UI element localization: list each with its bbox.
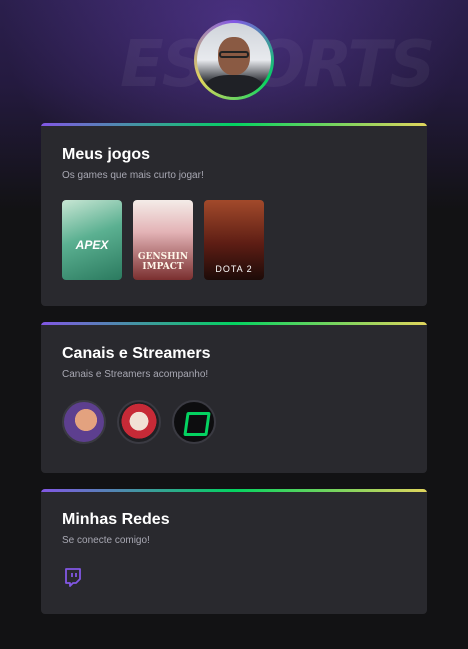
games-card: Meus jogos Os games que mais curto jogar… <box>41 123 427 306</box>
streamers-card-subtitle: Canais e Streamers acompanho! <box>62 369 209 380</box>
games-card-subtitle: Os games que mais curto jogar! <box>62 170 204 181</box>
game-apex[interactable]: APEX <box>62 200 122 280</box>
social-card-subtitle: Se conecte comigo! <box>62 535 150 546</box>
social-card: Minhas Redes Se conecte comigo! <box>41 489 427 614</box>
streamer-avatar-2[interactable] <box>117 400 161 444</box>
streamers-list <box>62 400 216 444</box>
twitch-icon[interactable] <box>63 567 83 587</box>
streamers-card: Canais e Streamers Canais e Streamers ac… <box>41 322 427 473</box>
game-dota-label: DOTA 2 <box>215 264 253 274</box>
game-apex-label: APEX <box>75 238 109 252</box>
streamers-card-title: Canais e Streamers <box>62 345 211 362</box>
games-list: APEX GENSHIN IMPACT DOTA 2 <box>62 200 264 280</box>
game-genshin-label: GENSHIN IMPACT <box>137 252 189 272</box>
game-dota-2[interactable]: DOTA 2 <box>204 200 264 280</box>
streamer-avatar-3[interactable] <box>172 400 216 444</box>
social-card-title: Minhas Redes <box>62 511 170 528</box>
streamer-avatar-1[interactable] <box>62 400 106 444</box>
games-card-title: Meus jogos <box>62 146 151 163</box>
profile-avatar <box>194 20 274 100</box>
user-avatar-image <box>197 23 271 97</box>
game-genshin-impact[interactable]: GENSHIN IMPACT <box>133 200 193 280</box>
